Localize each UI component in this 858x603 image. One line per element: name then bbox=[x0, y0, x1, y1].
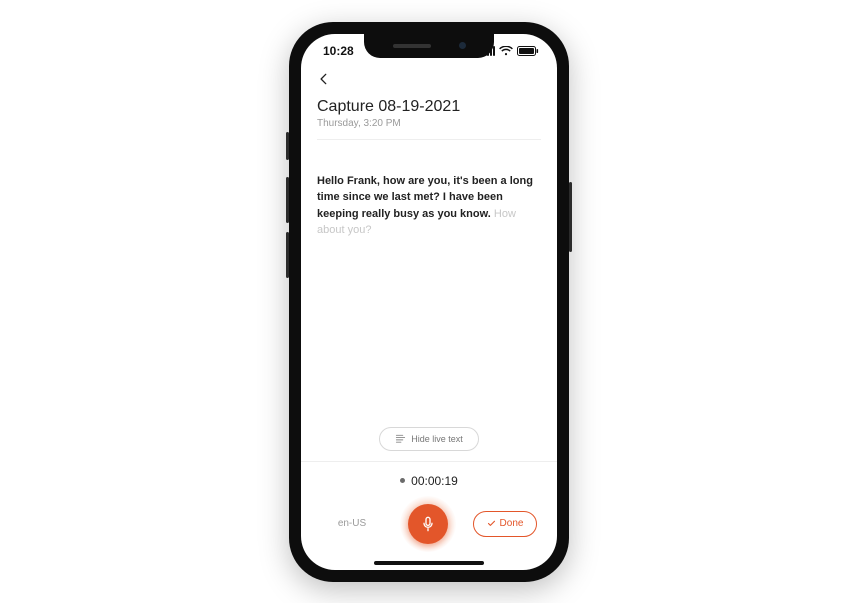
recording-timer: 00:00:19 bbox=[301, 474, 557, 488]
recording-dot-icon bbox=[400, 478, 405, 483]
timer-value: 00:00:19 bbox=[411, 474, 458, 488]
wifi-icon bbox=[499, 46, 513, 56]
chevron-left-icon bbox=[317, 72, 331, 86]
transcript-text: Hello Frank, how are you, it's been a lo… bbox=[317, 173, 537, 239]
side-button bbox=[286, 132, 289, 160]
hide-live-text-button[interactable]: Hide live text bbox=[379, 427, 479, 451]
volume-down-button bbox=[286, 232, 289, 278]
record-button[interactable] bbox=[400, 496, 456, 552]
power-button bbox=[569, 182, 572, 252]
text-lines-icon bbox=[395, 433, 406, 444]
header-divider bbox=[317, 139, 541, 140]
done-label: Done bbox=[500, 518, 524, 529]
capture-subtitle: Thursday, 3:20 PM bbox=[317, 118, 541, 129]
transcript-area: Hello Frank, how are you, it's been a lo… bbox=[301, 150, 557, 421]
capture-title: Capture 08-19-2021 bbox=[317, 98, 541, 116]
bottom-controls: Hide live text 00:00:19 en-US bbox=[301, 421, 557, 570]
front-camera bbox=[459, 42, 466, 49]
battery-icon bbox=[517, 46, 539, 56]
phone-frame: 10:28 Capture 08-19-2021 Thursday, 3:20 … bbox=[289, 22, 569, 582]
volume-up-button bbox=[286, 177, 289, 223]
hide-live-text-label: Hide live text bbox=[411, 434, 463, 444]
microphone-icon bbox=[420, 516, 436, 532]
controls-divider bbox=[301, 461, 557, 462]
done-button[interactable]: Done bbox=[473, 511, 537, 537]
capture-header: Capture 08-19-2021 Thursday, 3:20 PM bbox=[301, 68, 557, 150]
check-icon bbox=[487, 519, 496, 528]
phone-screen: 10:28 Capture 08-19-2021 Thursday, 3:20 … bbox=[301, 34, 557, 570]
speaker bbox=[393, 44, 431, 48]
notch bbox=[364, 34, 494, 58]
language-indicator[interactable]: en-US bbox=[321, 518, 383, 529]
home-indicator[interactable] bbox=[374, 561, 484, 565]
back-button[interactable] bbox=[317, 70, 331, 90]
status-time: 10:28 bbox=[323, 44, 354, 58]
